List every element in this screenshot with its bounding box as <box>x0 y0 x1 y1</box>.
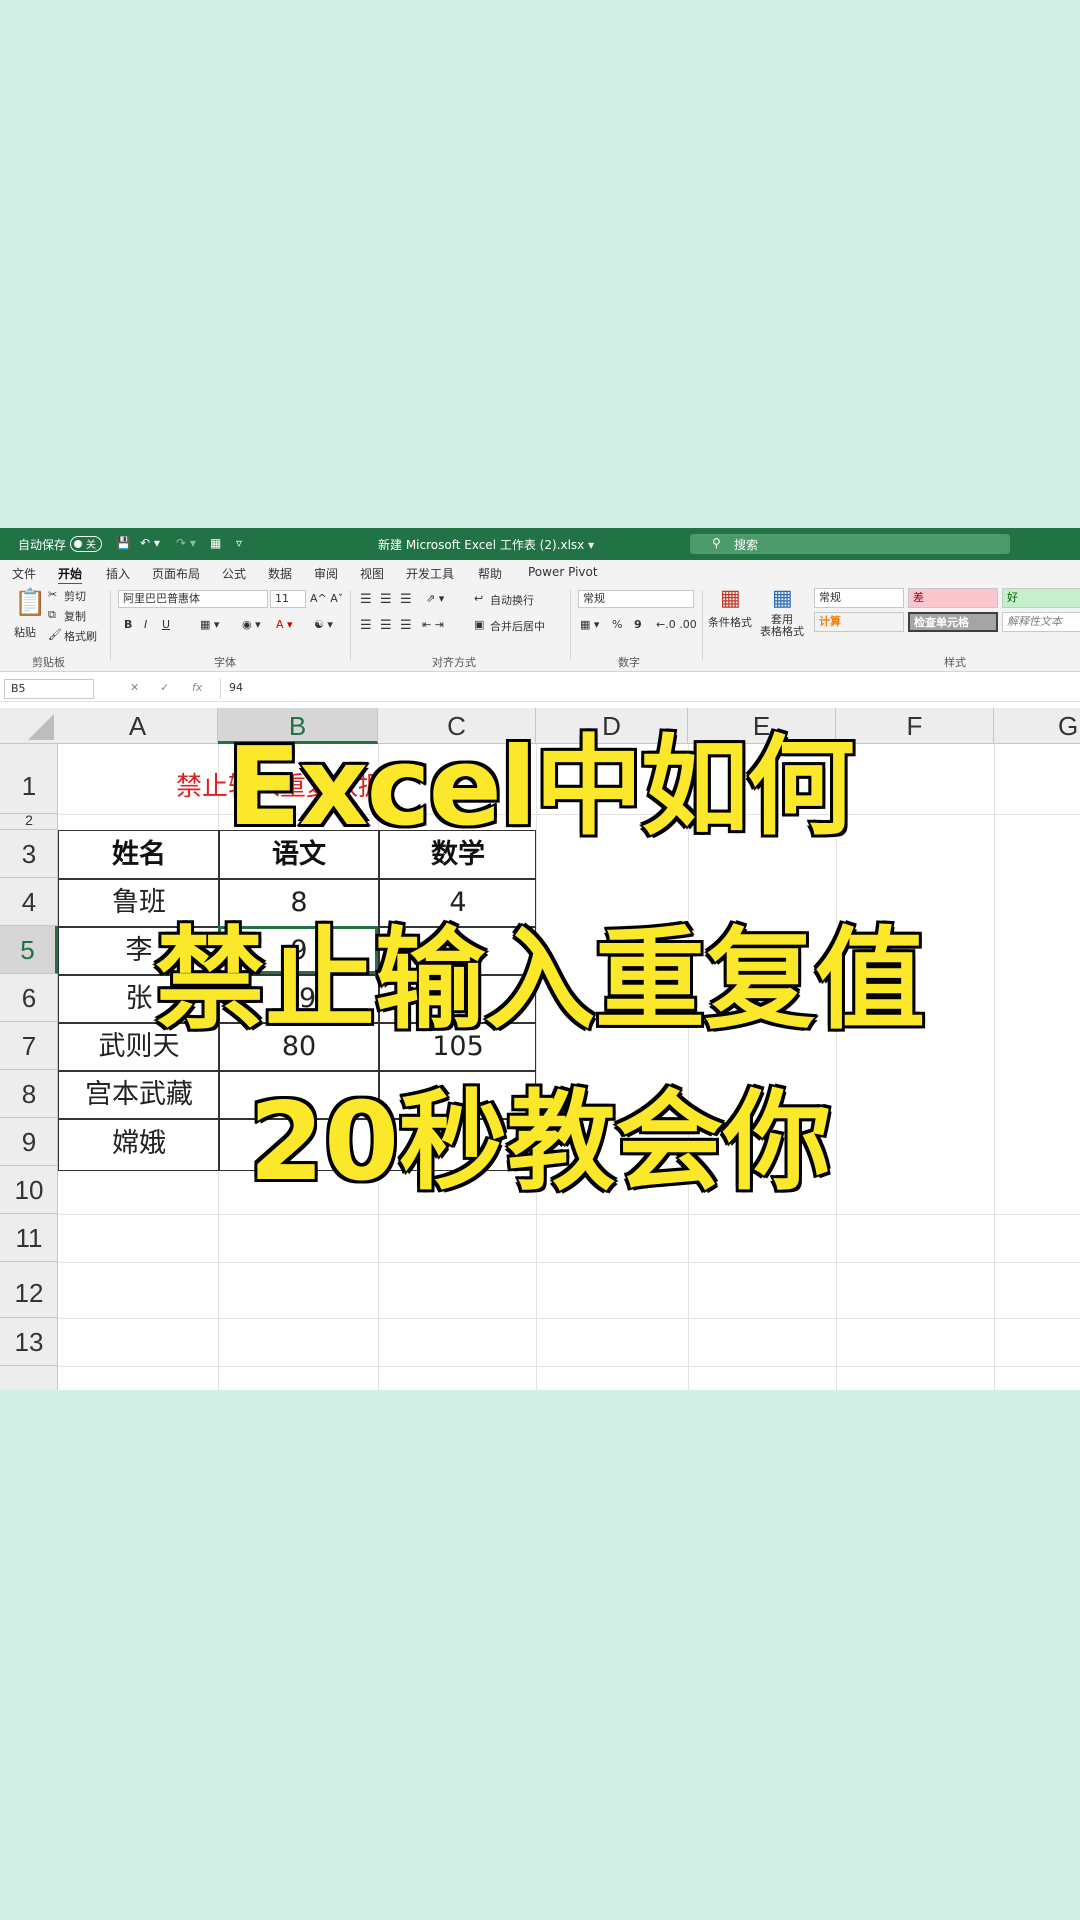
tab-review[interactable]: 审阅 <box>314 565 338 582</box>
undo-icon[interactable]: ↶ ▾ <box>140 536 160 550</box>
fill-color-icon[interactable]: ◉ ▾ <box>242 618 261 631</box>
tab-home[interactable]: 开始 <box>58 565 83 586</box>
ribbon-tabs: 文件 开始 插入 页面布局 公式 数据 审阅 视图 开发工具 帮助 Power … <box>0 560 1080 586</box>
caption-line-1: Excel中如何 <box>225 723 857 852</box>
styles-group-label: 样式 <box>944 656 966 669</box>
copy-button[interactable]: 复制 <box>64 608 86 624</box>
table-format-button[interactable]: 套用 表格格式 <box>760 614 804 638</box>
number-format-select[interactable]: 常规 <box>578 590 694 608</box>
tab-file[interactable]: 文件 <box>12 565 36 582</box>
underline-button[interactable]: U <box>162 618 170 631</box>
enter-icon[interactable]: ✓ <box>160 681 169 694</box>
search-icon: ⚲ <box>712 536 721 550</box>
redo-icon[interactable]: ↷ ▾ <box>176 536 196 550</box>
accounting-icon[interactable]: ▦ ▾ <box>580 618 599 631</box>
conditional-format-icon[interactable]: ▦ <box>720 586 741 611</box>
tab-insert[interactable]: 插入 <box>106 565 130 582</box>
align-center-icon[interactable]: ☰ <box>380 618 392 633</box>
font-group-label: 字体 <box>214 656 236 669</box>
comma-button[interactable]: 9 <box>634 618 642 631</box>
tab-formulas[interactable]: 公式 <box>222 565 246 582</box>
border-icon[interactable]: ▦ ▾ <box>200 618 219 631</box>
style-bad[interactable]: 差 <box>908 588 998 608</box>
cancel-icon[interactable]: ✕ <box>130 681 139 694</box>
tab-power-pivot[interactable]: Power Pivot <box>528 565 598 579</box>
table-format-icon[interactable]: ▦ <box>772 586 793 611</box>
ribbon: 📋 粘贴 ✂ 剪切 ⧉ 复制 🖌 格式刷 剪贴板 阿里巴巴普惠体 11 A^ A… <box>0 584 1080 672</box>
tab-data[interactable]: 数据 <box>268 565 292 582</box>
conditional-format-button[interactable]: 条件格式 <box>708 614 752 630</box>
number-group-label: 数字 <box>618 656 640 669</box>
insert-function-icon[interactable]: fx <box>192 681 202 694</box>
wrap-text-button[interactable]: 自动换行 <box>490 592 534 608</box>
grow-font-icon[interactable]: A^ A˅ <box>310 592 343 605</box>
search-placeholder: 搜索 <box>734 538 759 552</box>
clipboard-group-label: 剪贴板 <box>32 656 65 669</box>
name-box[interactable]: B5 <box>4 679 94 699</box>
style-normal[interactable]: 常规 <box>814 588 904 608</box>
format-painter-icon[interactable]: 🖌 <box>48 628 62 641</box>
paste-icon[interactable]: 📋 <box>14 588 46 618</box>
tab-developer[interactable]: 开发工具 <box>406 565 454 582</box>
font-name-select[interactable]: 阿里巴巴普惠体 <box>118 590 268 608</box>
percent-button[interactable]: % <box>612 618 622 631</box>
align-left-icon[interactable]: ☰ <box>360 618 372 633</box>
indent-icon[interactable]: ⇤ ⇥ <box>422 618 444 631</box>
align-middle-icon[interactable]: ☰ <box>380 592 392 607</box>
search-box[interactable]: ⚲ 搜索 <box>690 534 1010 554</box>
style-explanatory[interactable]: 解释性文本 <box>1002 612 1080 632</box>
formula-bar: B5 ✕ ✓ fx 94 <box>0 676 1080 702</box>
font-color-icon[interactable]: A ▾ <box>276 618 293 631</box>
row-header-13[interactable]: 13 <box>0 1318 58 1366</box>
merge-center-button[interactable]: 合并后居中 <box>490 618 545 634</box>
caption-line-2: 禁止输入重复值 <box>153 914 927 1046</box>
tab-page-layout[interactable]: 页面布局 <box>152 565 200 582</box>
file-title: 新建 Microsoft Excel 工作表 (2).xlsx ▾ <box>378 538 595 552</box>
tab-view[interactable]: 视图 <box>360 565 384 582</box>
row-header-11[interactable]: 11 <box>0 1214 58 1262</box>
formula-input[interactable]: 94 <box>220 679 1076 699</box>
quick-access-icon[interactable]: ▦ <box>210 536 221 550</box>
autosave-label: 自动保存 <box>18 538 67 552</box>
save-icon[interactable]: 💾 <box>116 536 131 550</box>
wrap-text-icon[interactable]: ↩ <box>474 592 483 605</box>
caption-line-3: 20秒教会你 <box>247 1078 833 1207</box>
align-bottom-icon[interactable]: ☰ <box>400 592 412 607</box>
format-painter-button[interactable]: 格式刷 <box>64 628 97 644</box>
font-size-select[interactable]: 11 <box>270 590 306 608</box>
decimal-icon[interactable]: ←.0 .00 <box>656 618 697 631</box>
align-top-icon[interactable]: ☰ <box>360 592 372 607</box>
orientation-icon[interactable]: ⇗ ▾ <box>426 592 444 605</box>
tab-help[interactable]: 帮助 <box>478 565 502 582</box>
phonetic-icon[interactable]: ☯ ▾ <box>314 618 333 631</box>
italic-button[interactable]: I <box>144 618 147 631</box>
align-right-icon[interactable]: ☰ <box>400 618 412 633</box>
alignment-group-label: 对齐方式 <box>432 656 476 669</box>
autosave-toggle[interactable]: 关 <box>70 536 102 552</box>
title-bar: 自动保存 关 💾 ↶ ▾ ↷ ▾ ▦ ▿ 新建 Microsoft Excel … <box>0 528 1080 560</box>
row-header-12[interactable]: 12 <box>0 1262 58 1318</box>
copy-icon[interactable]: ⧉ <box>48 608 56 622</box>
paste-button[interactable]: 粘贴 <box>14 624 36 640</box>
autosave-state: 关 <box>86 540 96 551</box>
cut-icon[interactable]: ✂ <box>48 588 57 601</box>
style-calculation[interactable]: 计算 <box>814 612 904 632</box>
style-good[interactable]: 好 <box>1002 588 1080 608</box>
bold-button[interactable]: B <box>124 618 132 631</box>
merge-icon[interactable]: ▣ <box>474 618 484 631</box>
style-check-cell[interactable]: 检查单元格 <box>908 612 998 632</box>
customize-toolbar-icon[interactable]: ▿ <box>236 536 242 550</box>
cut-button[interactable]: 剪切 <box>64 588 86 604</box>
